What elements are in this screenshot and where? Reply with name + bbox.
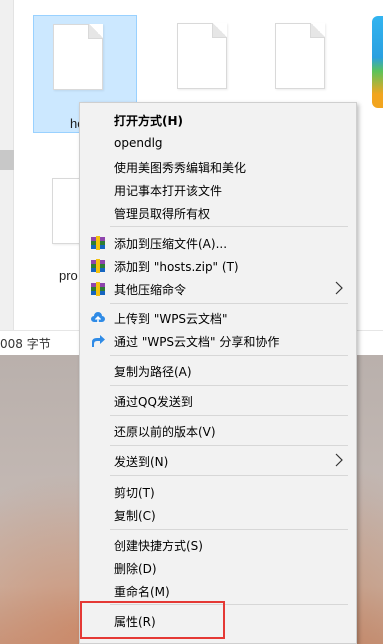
status-size-text: 008 字节 (0, 337, 51, 351)
archive-icon (91, 259, 105, 273)
vertical-scrollbar[interactable] (0, 0, 14, 330)
menu-item-label: 添加到压缩文件(A)... (114, 237, 228, 251)
share-icon (92, 335, 105, 347)
menu-item-label: 其他压缩命令 (114, 283, 187, 297)
annotation-highlight-box (80, 601, 225, 639)
menu-item-label: 发送到(N) (114, 455, 169, 469)
menu-item-label: 通过 "WPS云文档" 分享和协作 (114, 335, 280, 349)
file-name-label: pro (59, 268, 78, 283)
context-menu: 打开方式(H) opendlg 使用美图秀秀编辑和美化 用记事本打开该文件 管理… (79, 102, 357, 644)
menu-item-create-shortcut[interactable]: 创建快捷方式(S) (80, 533, 356, 556)
menu-item-open-with[interactable]: 打开方式(H) (80, 108, 356, 131)
menu-item-label: 复制(C) (114, 509, 156, 523)
menu-item-share-wps[interactable]: 通过 "WPS云文档" 分享和协作 (80, 329, 356, 352)
menu-separator (110, 415, 348, 416)
menu-item-copy[interactable]: 复制(C) (80, 503, 356, 526)
menu-item-label: opendlg (114, 136, 163, 150)
menu-item-other-compress[interactable]: 其他压缩命令 (80, 277, 356, 300)
menu-item-add-to-archive[interactable]: 添加到压缩文件(A)... (80, 231, 356, 254)
menu-item-upload-wps[interactable]: 上传到 "WPS云文档" (80, 306, 356, 329)
menu-item-label: 复制为路径(A) (114, 365, 192, 379)
menu-item-add-to-hosts-zip[interactable]: 添加到 "hosts.zip" (T) (80, 254, 356, 277)
archive-icon (91, 282, 105, 296)
chevron-right-icon (335, 281, 343, 295)
menu-separator (110, 226, 348, 227)
menu-separator (110, 475, 348, 476)
menu-item-rename[interactable]: 重命名(M) (80, 579, 356, 602)
menu-separator (110, 355, 348, 356)
menu-item-label: 用记事本打开该文件 (114, 184, 223, 198)
menu-item-send-to[interactable]: 发送到(N) (80, 449, 356, 472)
menu-item-label: 上传到 "WPS云文档" (114, 312, 228, 326)
menu-item-cut[interactable]: 剪切(T) (80, 480, 356, 503)
menu-item-label: 使用美图秀秀编辑和美化 (114, 161, 247, 175)
menu-item-label: 重命名(M) (114, 585, 170, 599)
menu-item-label: 删除(D) (114, 562, 157, 576)
application-icon[interactable] (372, 16, 383, 108)
document-file-icon (53, 24, 103, 90)
chevron-right-icon (335, 453, 343, 467)
menu-item-meitu-edit[interactable]: 使用美图秀秀编辑和美化 (80, 155, 356, 178)
menu-item-opendlg[interactable]: opendlg (80, 132, 356, 155)
menu-item-label: 管理员取得所有权 (114, 207, 211, 221)
menu-item-label: 添加到 "hosts.zip" (T) (114, 260, 239, 274)
menu-separator (110, 385, 348, 386)
menu-item-label: 还原以前的版本(V) (114, 425, 216, 439)
scrollbar-thumb[interactable] (0, 150, 14, 170)
archive-icon (91, 236, 105, 250)
menu-item-label: 剪切(T) (114, 486, 155, 500)
menu-item-label: 打开方式(H) (114, 114, 184, 128)
menu-item-restore-versions[interactable]: 还原以前的版本(V) (80, 419, 356, 442)
menu-item-label: 通过QQ发送到 (114, 395, 193, 409)
menu-item-copy-as-path[interactable]: 复制为路径(A) (80, 359, 356, 382)
menu-separator (110, 529, 348, 530)
menu-item-send-via-qq[interactable]: 通过QQ发送到 (80, 389, 356, 412)
menu-item-delete[interactable]: 删除(D) (80, 556, 356, 579)
menu-separator (110, 445, 348, 446)
document-file-icon (275, 23, 325, 89)
menu-item-take-ownership[interactable]: 管理员取得所有权 (80, 201, 356, 224)
document-file-icon (177, 23, 227, 89)
menu-separator (110, 303, 348, 304)
cloud-upload-icon (91, 312, 105, 323)
menu-item-label: 创建快捷方式(S) (114, 539, 203, 553)
menu-item-open-notepad[interactable]: 用记事本打开该文件 (80, 178, 356, 201)
